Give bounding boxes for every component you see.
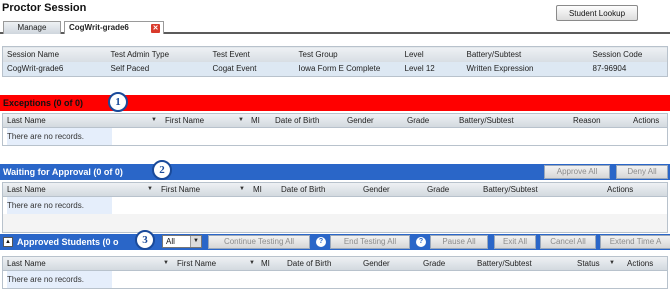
deny-all-button[interactable]: Deny All: [616, 165, 668, 179]
col-first-name[interactable]: First Name: [165, 116, 204, 125]
col-first-name[interactable]: First Name: [177, 259, 216, 268]
col-grade[interactable]: Grade: [407, 116, 429, 125]
sort-arrow-icon[interactable]: ▼: [609, 260, 615, 266]
col-mi[interactable]: MI: [253, 185, 262, 194]
tab-manage[interactable]: Manage: [3, 21, 61, 34]
col-grade[interactable]: Grade: [423, 259, 445, 268]
approved-empty-row: There are no records.: [3, 271, 667, 288]
waiting-grid-filler: [3, 214, 667, 232]
help-icon[interactable]: ?: [416, 237, 426, 247]
test-event-value: Cogat Event: [208, 61, 295, 77]
col-battery-subtest[interactable]: Battery/Subtest: [477, 259, 532, 268]
col-gender[interactable]: Gender: [363, 259, 390, 268]
session-value-row: CogWrit-grade6 Self Paced Cogat Event Io…: [2, 61, 668, 77]
close-icon[interactable]: ✕: [151, 24, 160, 33]
col-battery-subtest[interactable]: Battery/Subtest: [483, 185, 538, 194]
col-test-group: Test Group: [294, 46, 401, 62]
waiting-approval-title: Waiting for Approval (0 of 0): [3, 167, 123, 177]
level-value: Level 12: [400, 61, 463, 77]
col-date-of-birth[interactable]: Date of Birth: [287, 259, 331, 268]
no-records-text: There are no records.: [7, 271, 112, 288]
col-test-admin-type: Test Admin Type: [106, 46, 209, 62]
col-actions: Actions: [627, 259, 654, 268]
waiting-grid-header: Last Name ▼ First Name ▼ MI Date of Birt…: [3, 183, 667, 197]
end-testing-all-button[interactable]: End Testing All: [330, 235, 410, 249]
no-records-text: There are no records.: [7, 128, 112, 145]
sort-arrow-icon[interactable]: ▼: [151, 117, 157, 123]
status-filter-select[interactable]: All ▼: [162, 235, 202, 248]
waiting-approval-bar: Waiting for Approval (0 of 0) Approve Al…: [0, 164, 670, 180]
waiting-empty-row: There are no records.: [3, 197, 667, 214]
col-grade[interactable]: Grade: [427, 185, 449, 194]
approved-grid-header: Last Name ▼ First Name ▼ MI Date of Birt…: [3, 257, 667, 271]
col-mi[interactable]: MI: [251, 116, 260, 125]
exceptions-bar: Exceptions (0 of 0): [0, 95, 670, 111]
session-code-value: 87-96904: [588, 61, 668, 77]
tab-session[interactable]: CogWrit-grade6 ✕: [64, 21, 164, 34]
approved-students-grid: Last Name ▼ First Name ▼ MI Date of Birt…: [2, 256, 668, 289]
col-battery-subtest[interactable]: Battery/Subtest: [459, 116, 514, 125]
battery-subtest-value: Written Expression: [462, 61, 589, 77]
session-name-value: CogWrit-grade6: [2, 61, 107, 77]
exceptions-grid-header: Last Name ▼ First Name ▼ MI Date of Birt…: [3, 114, 667, 128]
sort-arrow-icon[interactable]: ▼: [147, 186, 153, 192]
sort-arrow-icon[interactable]: ▼: [238, 117, 244, 123]
tab-session-label: CogWrit-grade6: [69, 23, 129, 32]
student-lookup-button[interactable]: Student Lookup: [556, 5, 638, 21]
callout-badge-1: 1: [108, 92, 128, 112]
test-group-value: Iowa Form E Complete: [294, 61, 401, 77]
session-info-table: Session Name Test Admin Type Test Event …: [2, 46, 668, 77]
col-session-code: Session Code: [588, 46, 668, 62]
help-icon[interactable]: ?: [316, 237, 326, 247]
col-last-name[interactable]: Last Name: [7, 185, 46, 194]
sort-arrow-icon[interactable]: ▼: [239, 186, 245, 192]
exit-all-button[interactable]: Exit All: [494, 235, 536, 249]
callout-badge-2: 2: [152, 160, 172, 180]
col-session-name: Session Name: [2, 46, 107, 62]
collapse-icon[interactable]: ▲: [3, 237, 13, 247]
approved-students-bar: ▲ Approved Students (0 o All ▼ Continue …: [0, 234, 670, 250]
col-first-name[interactable]: First Name: [161, 185, 200, 194]
exceptions-empty-row: There are no records.: [3, 128, 667, 145]
approve-all-button[interactable]: Approve All: [544, 165, 610, 179]
col-status[interactable]: Status: [577, 259, 600, 268]
approved-students-title: Approved Students (0 o: [17, 237, 119, 247]
col-reason[interactable]: Reason: [573, 116, 601, 125]
page-title: Proctor Session: [2, 2, 87, 14]
col-level: Level: [400, 46, 463, 62]
col-last-name[interactable]: Last Name: [7, 259, 46, 268]
col-battery-subtest: Battery/Subtest: [462, 46, 589, 62]
session-tabs: Manage CogWrit-grade6 ✕: [0, 20, 670, 34]
callout-badge-3: 3: [135, 230, 155, 250]
col-test-event: Test Event: [208, 46, 295, 62]
session-header-row: Session Name Test Admin Type Test Event …: [2, 46, 668, 62]
col-date-of-birth[interactable]: Date of Birth: [281, 185, 325, 194]
col-mi[interactable]: MI: [261, 259, 270, 268]
no-records-text: There are no records.: [7, 197, 112, 214]
chevron-down-icon[interactable]: ▼: [190, 236, 201, 247]
extend-time-all-button[interactable]: Extend Time A: [600, 235, 670, 249]
sort-arrow-icon[interactable]: ▼: [163, 260, 169, 266]
col-gender[interactable]: Gender: [347, 116, 374, 125]
status-filter-value: All: [166, 237, 175, 246]
pause-all-button[interactable]: Pause All: [430, 235, 488, 249]
col-date-of-birth[interactable]: Date of Birth: [275, 116, 319, 125]
col-actions: Actions: [633, 116, 660, 125]
col-actions: Actions: [607, 185, 634, 194]
cancel-all-button[interactable]: Cancel All: [540, 235, 596, 249]
waiting-approval-grid: Last Name ▼ First Name ▼ MI Date of Birt…: [2, 182, 668, 233]
col-gender[interactable]: Gender: [363, 185, 390, 194]
exceptions-grid: Last Name ▼ First Name ▼ MI Date of Birt…: [2, 113, 668, 146]
continue-testing-all-button[interactable]: Continue Testing All: [208, 235, 310, 249]
sort-arrow-icon[interactable]: ▼: [249, 260, 255, 266]
test-admin-type-value: Self Paced: [106, 61, 209, 77]
col-last-name[interactable]: Last Name: [7, 116, 46, 125]
exceptions-title: Exceptions (0 of 0): [3, 98, 84, 108]
